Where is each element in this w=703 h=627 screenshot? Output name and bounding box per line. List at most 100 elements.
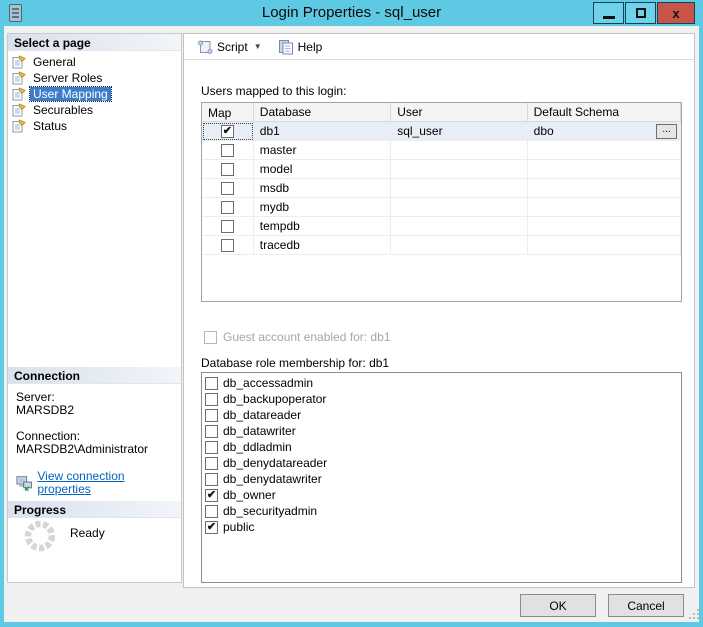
role-checkbox[interactable] bbox=[205, 504, 218, 518]
schema-value: dbo bbox=[533, 124, 554, 138]
script-button[interactable]: Script ▼ bbox=[192, 36, 267, 58]
help-button[interactable]: Help bbox=[273, 36, 328, 58]
cancel-button[interactable]: Cancel bbox=[608, 594, 684, 617]
role-membership-list[interactable]: db_accessadmin db_backupoperator db_data… bbox=[201, 372, 682, 583]
table-header-row: Map Database User Default Schema bbox=[202, 103, 681, 122]
column-header-map: Map bbox=[202, 103, 254, 122]
user-cell[interactable] bbox=[391, 141, 528, 160]
role-checkbox[interactable]: ✔ bbox=[205, 488, 218, 502]
list-item[interactable]: db_denydatareader bbox=[205, 455, 681, 471]
role-checkbox[interactable] bbox=[205, 408, 218, 422]
list-item[interactable]: db_securityadmin bbox=[205, 503, 681, 519]
database-cell: mydb bbox=[253, 198, 392, 217]
user-cell[interactable] bbox=[391, 179, 528, 198]
view-connection-properties-link[interactable]: View connection properties bbox=[16, 470, 176, 496]
column-header-database: Database bbox=[253, 103, 392, 122]
progress-status: Ready bbox=[70, 526, 105, 540]
connection-header: Connection bbox=[8, 367, 181, 384]
role-label: db_accessadmin bbox=[223, 376, 314, 390]
role-label: db_backupoperator bbox=[223, 392, 327, 406]
schema-cell[interactable] bbox=[527, 236, 681, 255]
table-row[interactable]: master bbox=[202, 141, 681, 160]
role-checkbox[interactable] bbox=[205, 440, 218, 454]
role-checkbox[interactable] bbox=[205, 472, 218, 486]
login-properties-dialog: Login Properties - sql_user x Select a p… bbox=[0, 0, 703, 627]
sidebar-item-label: Server Roles bbox=[33, 71, 103, 85]
connection-icon bbox=[16, 476, 32, 491]
map-checkbox[interactable] bbox=[220, 181, 234, 195]
sidebar-item-status[interactable]: Status bbox=[10, 118, 179, 134]
table-row[interactable]: ✔ db1 sql_user dbo ... bbox=[202, 122, 681, 141]
table-row[interactable]: model bbox=[202, 160, 681, 179]
table-row[interactable]: tempdb bbox=[202, 217, 681, 236]
guest-account-checkbox-row: Guest account enabled for: db1 bbox=[204, 330, 390, 344]
role-checkbox[interactable] bbox=[205, 376, 218, 390]
map-checkbox[interactable] bbox=[220, 219, 234, 233]
schema-cell[interactable] bbox=[527, 217, 681, 236]
schema-cell[interactable]: dbo ... bbox=[527, 122, 681, 141]
user-cell[interactable]: sql_user bbox=[391, 122, 528, 141]
user-cell[interactable] bbox=[391, 236, 528, 255]
sidebar: Select a page General Server Roles User … bbox=[7, 33, 182, 583]
database-cell: tempdb bbox=[253, 217, 392, 236]
role-label: db_owner bbox=[223, 488, 276, 502]
list-item[interactable]: db_datareader bbox=[205, 407, 681, 423]
role-membership-label: Database role membership for: db1 bbox=[201, 356, 390, 370]
role-checkbox[interactable]: ✔ bbox=[205, 520, 218, 534]
table-row[interactable]: mydb bbox=[202, 198, 681, 217]
user-cell[interactable] bbox=[391, 217, 528, 236]
role-checkbox[interactable] bbox=[205, 424, 218, 438]
maximize-icon bbox=[635, 8, 646, 18]
sidebar-item-securables[interactable]: Securables bbox=[10, 102, 179, 118]
page-icon bbox=[12, 71, 26, 85]
map-checkbox[interactable]: ✔ bbox=[220, 124, 234, 138]
maximize-button[interactable] bbox=[625, 2, 656, 24]
role-label: db_datawriter bbox=[223, 424, 296, 438]
help-icon bbox=[278, 39, 293, 54]
ok-button[interactable]: OK bbox=[520, 594, 596, 617]
close-button[interactable]: x bbox=[657, 2, 695, 24]
page-icon bbox=[12, 55, 26, 69]
sidebar-item-server-roles[interactable]: Server Roles bbox=[10, 70, 179, 86]
minimize-icon bbox=[602, 15, 615, 19]
page-icon bbox=[12, 119, 26, 133]
role-label: db_datareader bbox=[223, 408, 302, 422]
sidebar-item-user-mapping[interactable]: User Mapping bbox=[10, 86, 179, 102]
list-item[interactable]: db_backupoperator bbox=[205, 391, 681, 407]
title-bar: Login Properties - sql_user x bbox=[0, 0, 703, 26]
table-row[interactable]: tracedb bbox=[202, 236, 681, 255]
server-value: MARSDB2 bbox=[16, 403, 75, 417]
database-cell: msdb bbox=[253, 179, 392, 198]
map-checkbox[interactable] bbox=[220, 143, 234, 157]
sidebar-item-general[interactable]: General bbox=[10, 54, 179, 70]
schema-cell[interactable] bbox=[527, 160, 681, 179]
table-row[interactable]: msdb bbox=[202, 179, 681, 198]
column-header-default-schema: Default Schema bbox=[527, 103, 681, 122]
map-checkbox[interactable] bbox=[220, 238, 234, 252]
user-cell[interactable] bbox=[391, 160, 528, 179]
schema-cell[interactable] bbox=[527, 198, 681, 217]
help-label: Help bbox=[297, 39, 323, 54]
user-cell[interactable] bbox=[391, 198, 528, 217]
schema-cell[interactable] bbox=[527, 179, 681, 198]
list-item[interactable]: db_accessadmin bbox=[205, 375, 681, 391]
dialog-content: Select a page General Server Roles User … bbox=[4, 26, 699, 622]
list-item[interactable]: db_denydatawriter bbox=[205, 471, 681, 487]
list-item[interactable]: ✔ db_owner bbox=[205, 487, 681, 503]
role-checkbox[interactable] bbox=[205, 392, 218, 406]
page-icon bbox=[12, 103, 26, 117]
role-label: db_securityadmin bbox=[223, 504, 318, 518]
map-checkbox[interactable] bbox=[220, 200, 234, 214]
list-item[interactable]: db_ddladmin bbox=[205, 439, 681, 455]
schema-cell[interactable] bbox=[527, 141, 681, 160]
minimize-button[interactable] bbox=[593, 2, 624, 24]
list-item[interactable]: ✔ public bbox=[205, 519, 681, 535]
role-checkbox[interactable] bbox=[205, 456, 218, 470]
toolbar: Script ▼ Help bbox=[184, 34, 694, 60]
resize-grip[interactable] bbox=[688, 608, 700, 620]
list-item[interactable]: db_datawriter bbox=[205, 423, 681, 439]
progress-spinner-icon bbox=[24, 520, 56, 552]
browse-schema-button[interactable]: ... bbox=[656, 124, 677, 139]
database-cell: master bbox=[253, 141, 392, 160]
map-checkbox[interactable] bbox=[220, 162, 234, 176]
